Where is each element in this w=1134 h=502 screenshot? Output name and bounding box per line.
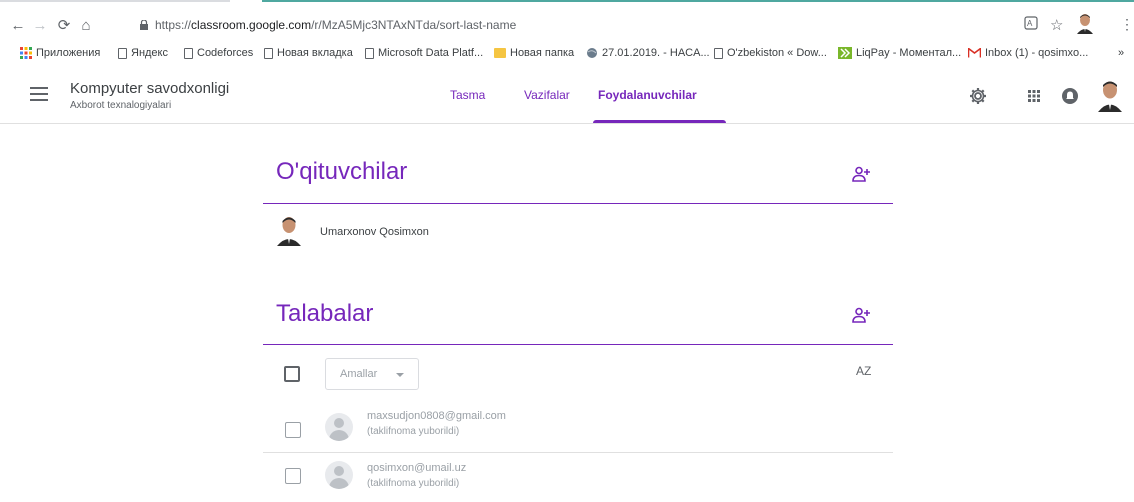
active-tab-indicator [593, 120, 726, 123]
sort-az-icon[interactable]: AZ [856, 364, 871, 378]
forward-arrow-icon[interactable]: → [30, 16, 50, 36]
student-email: maxsudjon0808@gmail.com [367, 410, 506, 422]
address-bar[interactable]: https://classroom.google.com/r/MzA5Mjc3N… [120, 14, 1130, 38]
bookmark-haca[interactable]: 27.01.2019. - HACA... [586, 47, 710, 59]
bookmark-yandex[interactable]: Яндекс [118, 47, 168, 59]
students-heading: Talabalar [276, 300, 374, 327]
bookmarks-overflow-chevron[interactable]: » [1118, 47, 1124, 59]
invite-teacher-icon[interactable] [852, 166, 872, 182]
folder-icon [494, 48, 506, 58]
teachers-heading: O'qituvchilar [276, 158, 408, 185]
teachers-divider [263, 203, 893, 204]
bookmark-microsoft[interactable]: Microsoft Data Platf... [365, 47, 483, 59]
account-avatar[interactable] [1096, 80, 1124, 112]
invite-status: (taklifnoma yuborildi) [367, 426, 460, 437]
invite-status: (taklifnoma yuborildi) [367, 478, 460, 489]
browser-toolbar: ← → ⟳ ⌂ https://classroom.google.com/r/M… [0, 14, 1134, 42]
back-arrow-icon[interactable]: ← [8, 16, 28, 36]
tab-stream[interactable]: Tasma [450, 88, 485, 102]
page-icon [118, 47, 127, 59]
tab-classwork[interactable]: Vazifalar [524, 88, 570, 102]
student-row: maxsudjon0808@gmail.com (taklifnoma yubo… [263, 408, 893, 452]
class-title[interactable]: Kompyuter savodxonligi [70, 80, 229, 97]
main-menu-icon[interactable] [30, 87, 48, 101]
browser-chrome: ← → ⟳ ⌂ https://classroom.google.com/r/M… [0, 0, 1134, 70]
translate-icon[interactable]: A [1024, 16, 1038, 33]
bookmark-gmail[interactable]: Inbox (1) - qosimxo... [968, 47, 1088, 59]
page-icon [365, 47, 374, 59]
students-divider [263, 344, 893, 345]
apps-grid-icon [20, 47, 32, 59]
bookmark-liqpay[interactable]: LiqPay - Моментал... [838, 47, 961, 59]
student-checkbox[interactable] [285, 468, 301, 484]
caret-down-icon [396, 373, 404, 377]
page-icon [714, 47, 723, 59]
profile-avatar-icon[interactable] [1076, 14, 1094, 37]
bookmark-codeforces[interactable]: Codeforces [184, 47, 253, 59]
default-avatar-icon [325, 413, 353, 441]
url-text: https://classroom.google.com/r/MzA5Mjc3N… [155, 18, 517, 32]
home-icon[interactable]: ⌂ [76, 16, 96, 36]
google-apps-icon[interactable] [1024, 86, 1044, 106]
gmail-icon [968, 48, 981, 58]
page-icon [264, 47, 273, 59]
bookmarks-bar: Приложения Яндекс Codeforces Новая вклад… [0, 44, 1134, 66]
teacher-row: Umarxonov Qosimxon [276, 216, 876, 248]
notifications-icon[interactable] [1060, 86, 1080, 106]
bookmark-apps[interactable]: Приложения [20, 47, 100, 59]
bookmark-new-folder[interactable]: Новая папка [494, 47, 574, 59]
row-divider [263, 452, 893, 453]
actions-label: Amallar [340, 368, 378, 380]
browser-menu-icon[interactable]: ⋮ [1120, 16, 1134, 33]
class-section: Axborot texnalogiyalari [70, 100, 172, 111]
student-email: qosimxon@umail.uz [367, 462, 467, 474]
invite-student-icon[interactable] [852, 307, 872, 323]
default-avatar-icon [325, 461, 353, 489]
liqpay-icon [838, 47, 852, 59]
reload-icon[interactable]: ⟳ [54, 16, 74, 36]
classroom-header: Kompyuter savodxonligi Axborot texnalogi… [0, 70, 1134, 124]
bookmark-uzbekiston[interactable]: O'zbekiston « Dow... [714, 47, 827, 59]
select-all-checkbox[interactable] [284, 366, 300, 382]
student-row: qosimxon@umail.uz (taklifnoma yuborildi) [263, 458, 893, 502]
student-checkbox[interactable] [285, 422, 301, 438]
globe-icon [587, 48, 597, 58]
actions-dropdown[interactable]: Amallar [325, 358, 419, 390]
page-icon [184, 47, 193, 59]
tab-people[interactable]: Foydalanuvchilar [598, 88, 697, 102]
teacher-avatar [276, 216, 302, 246]
svg-text:A: A [1027, 19, 1033, 28]
lock-icon [140, 20, 148, 30]
star-bookmark-icon[interactable]: ☆ [1050, 16, 1063, 34]
tab-strip [0, 0, 1134, 6]
settings-gear-icon[interactable] [968, 86, 988, 106]
teacher-name: Umarxonov Qosimxon [320, 226, 429, 238]
bookmark-new-tab[interactable]: Новая вкладка [264, 47, 353, 59]
